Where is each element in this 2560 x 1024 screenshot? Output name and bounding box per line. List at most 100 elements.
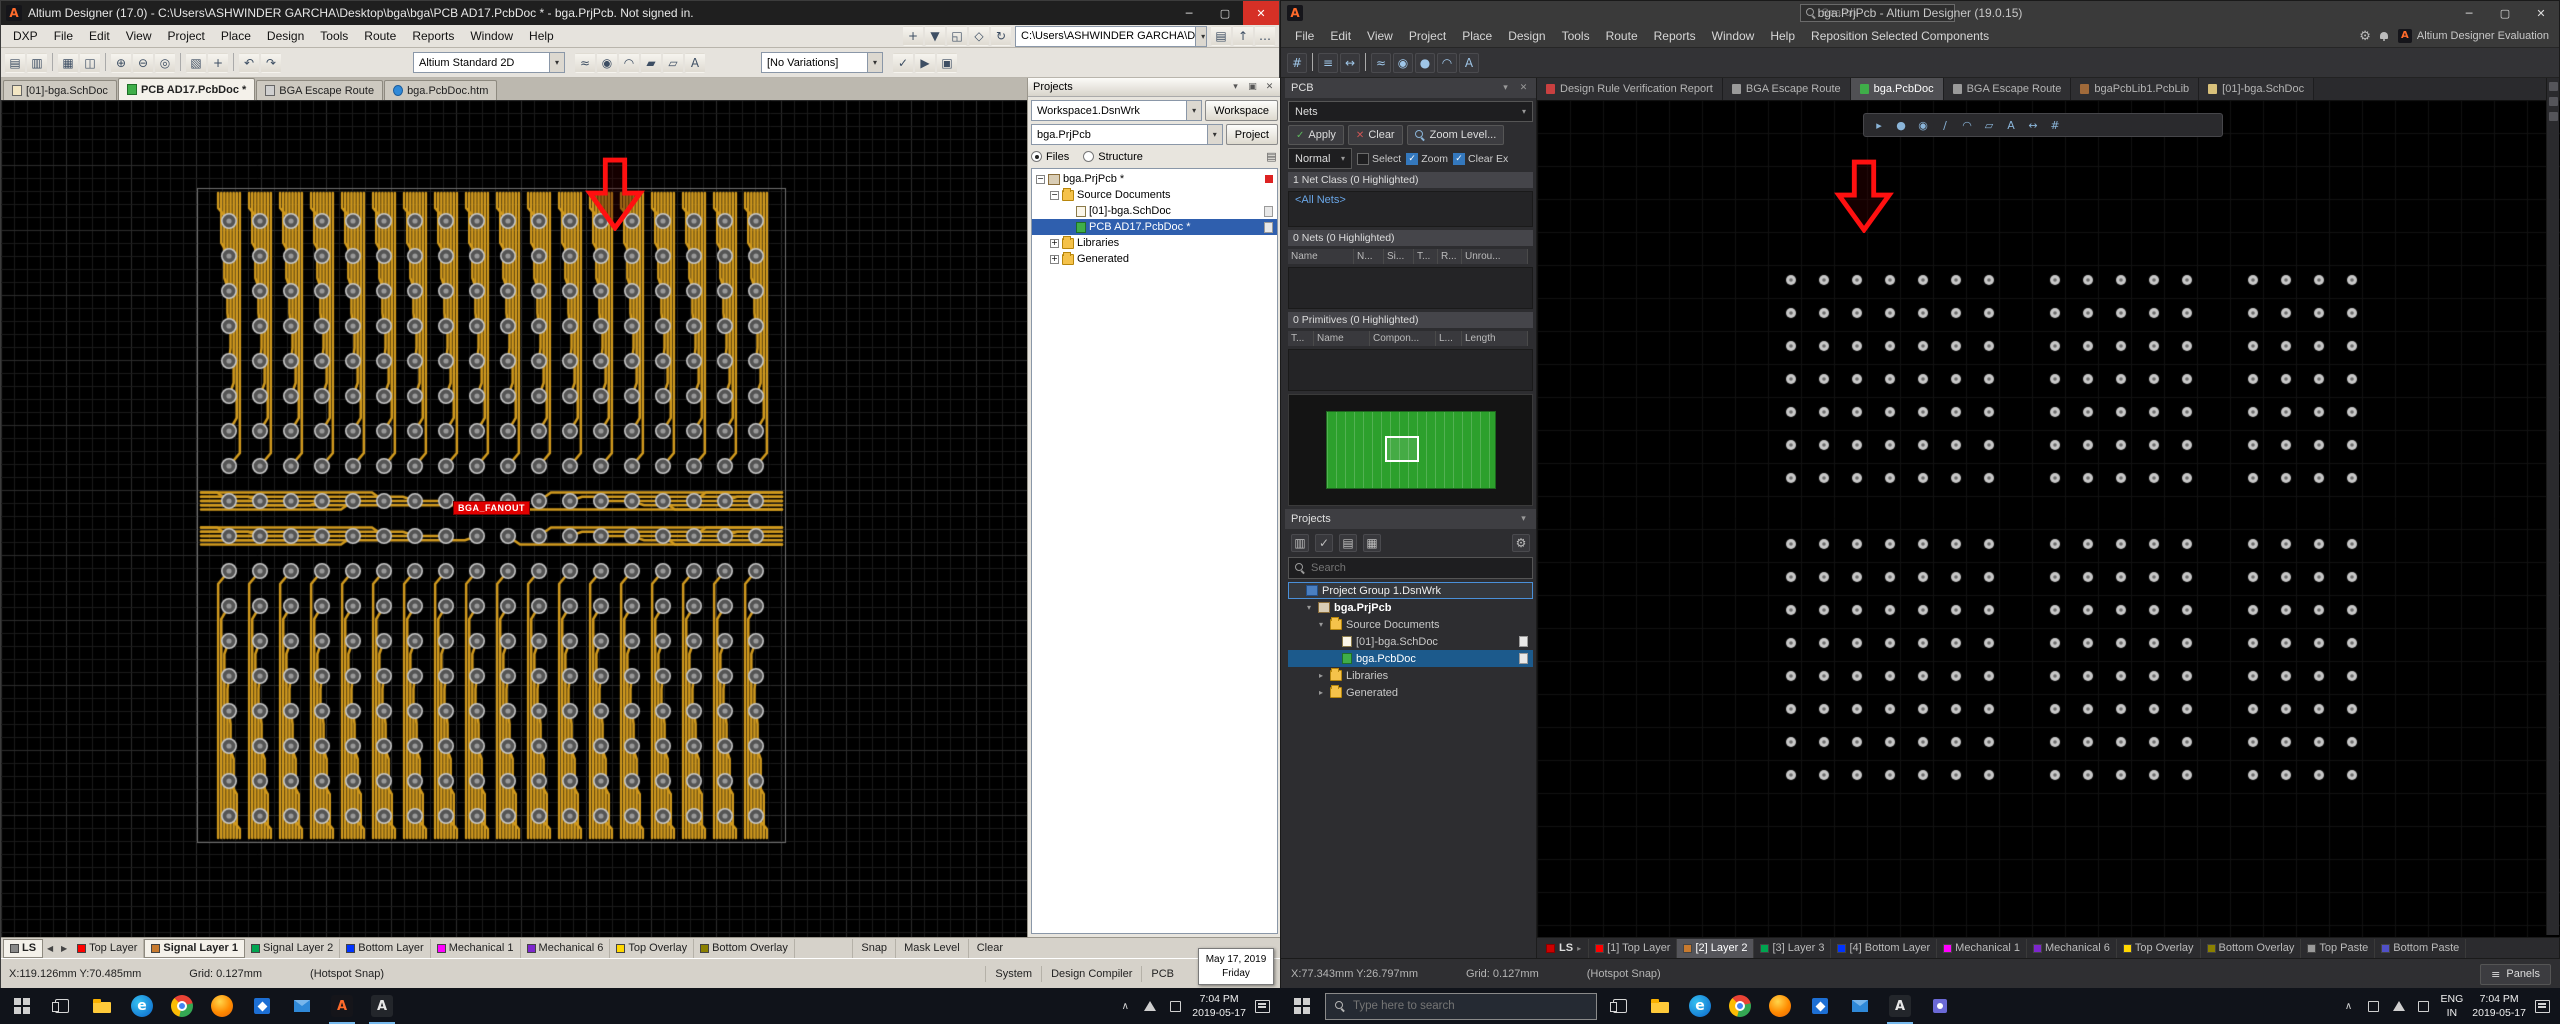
layer-set-button[interactable]: LS bbox=[3, 939, 43, 958]
apply-button[interactable]: ✓ Apply bbox=[1288, 125, 1344, 145]
menu-project[interactable]: Project bbox=[1401, 27, 1454, 45]
taskbar-search-input[interactable] bbox=[1353, 1000, 1587, 1012]
undo-icon[interactable]: ↶ bbox=[239, 53, 259, 73]
column-header[interactable]: L... bbox=[1436, 331, 1462, 346]
minimize-button[interactable] bbox=[1171, 1, 1207, 25]
column-header[interactable]: Name bbox=[1314, 331, 1370, 346]
layer-tab[interactable]: Signal Layer 1 bbox=[144, 939, 245, 958]
save-project-icon[interactable]: ▥ bbox=[1291, 534, 1309, 552]
checkbox-clear-ex[interactable]: Clear Ex bbox=[1453, 153, 1508, 165]
close-icon[interactable]: ✕ bbox=[1263, 81, 1276, 94]
tree-expander[interactable]: + bbox=[1050, 255, 1059, 264]
firefox-taskbar-button[interactable] bbox=[202, 988, 242, 1024]
column-header[interactable]: Unrou... bbox=[1462, 249, 1528, 264]
project-button[interactable]: Project bbox=[1226, 124, 1278, 145]
menu-file[interactable]: File bbox=[1287, 27, 1322, 45]
print-icon[interactable]: ▦ bbox=[58, 53, 78, 73]
select-area-icon[interactable]: ▧ bbox=[186, 53, 206, 73]
select-icon[interactable]: ▸ bbox=[1870, 116, 1888, 134]
menu-view[interactable]: View bbox=[118, 27, 160, 45]
route-track-icon[interactable]: ∕ bbox=[1936, 116, 1954, 134]
checkbox-select[interactable]: Select bbox=[1357, 153, 1401, 165]
gear-icon[interactable]: ⚙ bbox=[2359, 29, 2371, 44]
chevron-down-icon[interactable]: ▾ bbox=[1517, 513, 1530, 526]
zoom-level-button[interactable]: Zoom Level... bbox=[1407, 125, 1505, 145]
open-icon[interactable]: ▤ bbox=[5, 53, 25, 73]
menu-edit[interactable]: Edit bbox=[1322, 27, 1359, 45]
workspace-combo[interactable]: Workspace1.DsnWrk bbox=[1031, 100, 1202, 121]
menu-place[interactable]: Place bbox=[1454, 27, 1500, 45]
project-tree-item[interactable]: ▾Source Documents bbox=[1288, 616, 1533, 633]
menu-place[interactable]: Place bbox=[213, 27, 259, 45]
column-header[interactable]: Si... bbox=[1384, 249, 1414, 264]
document-tab[interactable]: [01]-bga.SchDoc bbox=[2199, 78, 2314, 100]
action-center-icon[interactable] bbox=[1255, 1000, 1270, 1013]
chevron-down-icon[interactable] bbox=[1335, 149, 1351, 168]
menu-route[interactable]: Route bbox=[356, 27, 404, 45]
project-tree-item[interactable]: ▾bga.PrjPcb bbox=[1288, 599, 1533, 616]
menu-window[interactable]: Window bbox=[462, 27, 521, 45]
chrome-taskbar-button[interactable] bbox=[162, 988, 202, 1024]
bell-icon[interactable] bbox=[2379, 31, 2390, 42]
document-path-combo[interactable]: C:\Users\ASHWINDER GARCHA\D bbox=[1015, 26, 1207, 47]
measure-icon[interactable]: ↔ bbox=[1340, 53, 1360, 73]
task-view-taskbar-button[interactable] bbox=[1600, 988, 1640, 1024]
edge-taskbar-button[interactable] bbox=[1680, 988, 1720, 1024]
print-preview-icon[interactable]: ◫ bbox=[80, 53, 100, 73]
panel-button-pcb[interactable]: PCB bbox=[1141, 966, 1183, 982]
chevron-down-icon[interactable]: ▾ bbox=[1229, 81, 1242, 94]
chevron-down-icon[interactable] bbox=[1207, 125, 1222, 144]
edge-taskbar-button[interactable] bbox=[122, 988, 162, 1024]
project-tree-item[interactable]: bga.PcbDoc bbox=[1288, 650, 1533, 667]
column-header[interactable]: T... bbox=[1288, 331, 1314, 346]
menu-design[interactable]: Design bbox=[1500, 27, 1553, 45]
altium-19-taskbar-button[interactable] bbox=[362, 988, 402, 1024]
menu-reports[interactable]: Reports bbox=[1646, 27, 1704, 45]
action-center-icon[interactable] bbox=[2535, 1000, 2550, 1013]
network-icon[interactable] bbox=[2391, 998, 2407, 1014]
menu-help[interactable]: Help bbox=[521, 27, 562, 45]
checkbox-zoom[interactable]: Zoom bbox=[1406, 153, 1448, 165]
layer-tab[interactable]: Bottom Overlay bbox=[694, 939, 795, 958]
firefox-taskbar-button[interactable] bbox=[1760, 988, 1800, 1024]
clear-button[interactable]: Clear bbox=[968, 939, 1011, 958]
close-icon[interactable]: ✕ bbox=[1517, 82, 1530, 95]
project-tree-item[interactable]: [01]-bga.SchDoc bbox=[1288, 633, 1533, 650]
open-project-icon[interactable]: ▦ bbox=[1363, 534, 1381, 552]
fit-board-icon[interactable]: ◎ bbox=[155, 53, 175, 73]
highlight-mode-combo[interactable]: Normal bbox=[1288, 148, 1352, 169]
column-header[interactable]: R... bbox=[1438, 249, 1462, 264]
titlebar[interactable]: bga.PrjPcb - Altium Designer (19.0.15) bbox=[1281, 1, 2559, 25]
menu-reposition-selected-components[interactable]: Reposition Selected Components bbox=[1803, 27, 1997, 45]
pcb-document-view[interactable] bbox=[1537, 100, 2560, 937]
string-icon[interactable]: A bbox=[685, 53, 705, 73]
column-header[interactable]: Name bbox=[1288, 249, 1354, 264]
chevron-down-icon[interactable]: ▾ bbox=[1499, 82, 1512, 95]
layer-tab[interactable]: Top Layer bbox=[71, 939, 144, 958]
panel-strip-icon[interactable] bbox=[2549, 82, 2558, 91]
open-folder-icon[interactable]: ▤ bbox=[1211, 26, 1231, 46]
pen-icon[interactable] bbox=[2366, 998, 2382, 1014]
project-tree-item[interactable]: Project Group 1.DsnWrk bbox=[1288, 582, 1533, 599]
menu-design[interactable]: Design bbox=[259, 27, 312, 45]
pan-icon[interactable]: ◇ bbox=[969, 26, 989, 46]
projects-search-input[interactable] bbox=[1311, 562, 1526, 574]
altium-17-taskbar-button[interactable] bbox=[322, 988, 362, 1024]
menu-file[interactable]: File bbox=[46, 27, 81, 45]
structure-radio[interactable] bbox=[1083, 151, 1094, 162]
projects-panel-header[interactable]: Projects ▾ ▣ ✕ bbox=[1028, 78, 1281, 97]
column-header[interactable]: T... bbox=[1414, 249, 1438, 264]
project-tree-item[interactable]: −Source Documents bbox=[1032, 187, 1277, 203]
tree-expander[interactable]: ▾ bbox=[1304, 603, 1314, 612]
project-tree-item[interactable]: [01]-bga.SchDoc bbox=[1032, 203, 1277, 219]
via-icon[interactable]: ◉ bbox=[1393, 53, 1413, 73]
files-radio[interactable] bbox=[1031, 151, 1042, 162]
altium-19-taskbar-button[interactable] bbox=[1880, 988, 1920, 1024]
menu-dxp[interactable]: DXP bbox=[5, 27, 46, 45]
place-polygon-icon[interactable]: ▱ bbox=[1980, 116, 1998, 134]
document-tab[interactable]: PCB AD17.PcbDoc * bbox=[118, 78, 255, 100]
cross-probe-icon[interactable]: + bbox=[903, 26, 923, 46]
layer-tab[interactable]: Top Overlay bbox=[2117, 939, 2201, 958]
document-tab[interactable]: bgaPcbLib1.PcbLib bbox=[2071, 78, 2199, 100]
menu-tools[interactable]: Tools bbox=[312, 27, 356, 45]
